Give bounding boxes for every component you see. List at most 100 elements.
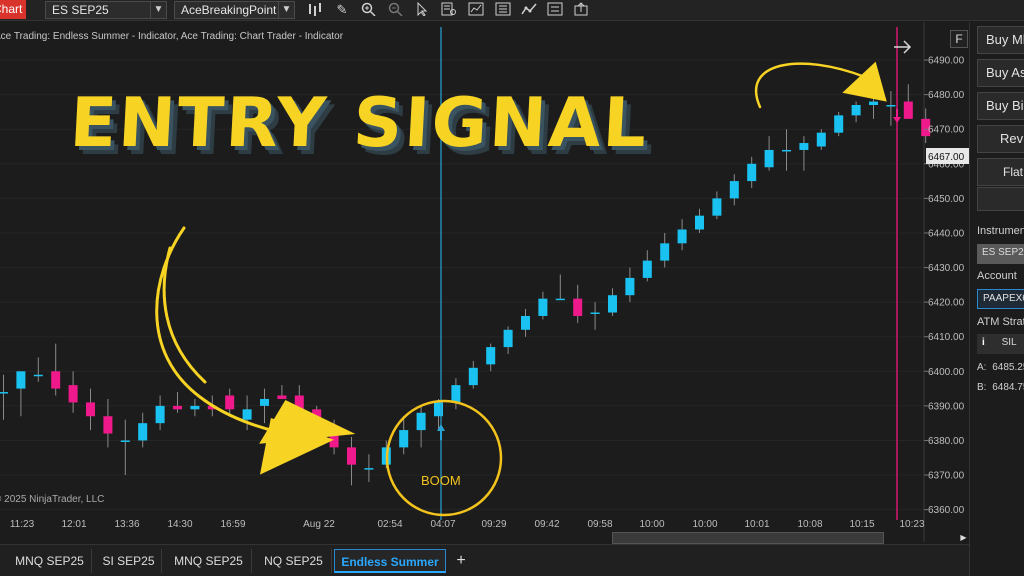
y-tick-label: 6370.00 bbox=[928, 471, 965, 482]
ask-price-row: A: 6485.25 bbox=[977, 362, 1024, 373]
chart-window-tab[interactable]: Chart bbox=[0, 0, 26, 19]
horizontal-scrollbar[interactable] bbox=[612, 532, 884, 544]
y-tick-label: 6410.00 bbox=[928, 332, 965, 343]
indicators-icon[interactable] bbox=[467, 2, 485, 18]
candle-bear bbox=[573, 298, 583, 316]
candle-bear bbox=[347, 447, 356, 465]
candle-bull bbox=[625, 277, 635, 296]
instrument-selector-value: ES SEP25 bbox=[52, 3, 109, 17]
candle-bull bbox=[434, 402, 443, 417]
ask-label: A: bbox=[977, 362, 987, 373]
x-tick-label: 04:07 bbox=[430, 519, 455, 530]
bar-type-icon[interactable] bbox=[306, 2, 324, 18]
candle-bear bbox=[51, 371, 61, 389]
x-tick-label: 10:01 bbox=[744, 519, 769, 530]
candle-bull bbox=[729, 181, 739, 199]
chart-tabs-bar: MNQ SEP25 SI SEP25 MNQ SEP25 NQ SEP25 En… bbox=[0, 544, 969, 576]
share-icon[interactable] bbox=[572, 2, 590, 18]
x-tick-label: 13:36 bbox=[114, 519, 139, 530]
tab-endless-summer[interactable]: Endless Summer bbox=[334, 549, 446, 573]
price-chart[interactable]: 6490.00 6480.00 6470.00 6460.00 6450.00 6440.… bbox=[0, 22, 969, 542]
x-tick-label: 09:42 bbox=[534, 519, 559, 530]
account-field[interactable]: PAAPEX6 bbox=[977, 289, 1024, 309]
candle-bull bbox=[886, 105, 896, 107]
info-icon: i bbox=[982, 337, 985, 348]
data-box-icon[interactable] bbox=[440, 2, 458, 18]
buy-ask-button[interactable]: Buy Ask bbox=[977, 59, 1024, 87]
zoom-out-icon[interactable] bbox=[387, 2, 405, 18]
y-tick-label: 6490.00 bbox=[928, 56, 965, 67]
scroll-right-icon[interactable]: ▶ bbox=[958, 532, 969, 544]
bid-value: 6484.75 bbox=[992, 382, 1024, 393]
candle-bear bbox=[173, 405, 182, 410]
properties-icon[interactable] bbox=[546, 2, 564, 18]
chart-tab-label: Chart bbox=[0, 2, 23, 16]
candle-bull bbox=[521, 315, 530, 330]
instrument-selector[interactable]: ES SEP25 ▼ bbox=[45, 1, 167, 19]
tab-nq-sep25[interactable]: NQ SEP25 bbox=[256, 549, 332, 573]
candle-bear bbox=[903, 101, 913, 119]
zoom-in-icon[interactable] bbox=[360, 2, 378, 18]
reverse-button[interactable]: Rev bbox=[977, 125, 1024, 153]
candle-bear bbox=[86, 402, 95, 417]
candle-bull bbox=[747, 163, 757, 182]
x-tick-label: 09:58 bbox=[587, 519, 612, 530]
y-tick-label: 6390.00 bbox=[928, 401, 965, 412]
y-tick-label: 6430.00 bbox=[928, 263, 965, 274]
buy-market-button[interactable]: Buy Mkt bbox=[977, 26, 1024, 54]
instrument-label: Instrument bbox=[977, 225, 1024, 237]
candle-bull bbox=[764, 149, 774, 168]
x-tick-label: 16:59 bbox=[220, 519, 245, 530]
candle-bull bbox=[712, 198, 722, 216]
flatten-button[interactable]: Flat bbox=[977, 158, 1024, 186]
candle-bull bbox=[695, 215, 704, 230]
x-tick-label: 14:30 bbox=[167, 519, 192, 530]
candle-bull bbox=[155, 405, 165, 424]
entry-signal-headline: ENTRY SIGNAL bbox=[67, 84, 651, 163]
candle-bear bbox=[277, 395, 287, 399]
instrument-field[interactable]: ES SEP25 bbox=[977, 244, 1024, 264]
x-tick-label: 10:00 bbox=[639, 519, 664, 530]
y-tick-label: 6420.00 bbox=[928, 298, 965, 309]
y-tick-label: 6480.00 bbox=[928, 90, 965, 101]
candle-bear bbox=[103, 416, 113, 434]
candle-bear bbox=[68, 385, 78, 403]
y-tick-label: 6360.00 bbox=[928, 505, 965, 516]
strategies-icon[interactable] bbox=[494, 2, 512, 18]
candle-bull bbox=[608, 295, 617, 313]
x-tick-label: 10:23 bbox=[899, 519, 924, 530]
add-tab-button[interactable]: + bbox=[451, 550, 471, 572]
x-tick-label: 11:23 bbox=[10, 519, 35, 530]
account-label: Account bbox=[977, 270, 1017, 282]
bid-label: B: bbox=[977, 382, 987, 393]
x-tick-label: 02:54 bbox=[377, 519, 402, 530]
candle-bull bbox=[677, 229, 687, 244]
tab-mnq-sep25[interactable]: MNQ SEP25 bbox=[8, 549, 92, 573]
current-price-label: 6467.00 bbox=[928, 152, 965, 163]
candle-bull bbox=[138, 423, 148, 441]
x-tick-label: Aug 22 bbox=[303, 519, 335, 530]
panel-blank-button[interactable] bbox=[977, 187, 1024, 211]
candle-bull bbox=[0, 392, 8, 394]
draw-tool-icon[interactable]: ✎ bbox=[333, 2, 351, 18]
copyright-label: © 2025 NinjaTrader, LLC bbox=[0, 494, 105, 505]
buy-bid-button[interactable]: Buy Bid bbox=[977, 92, 1024, 120]
fullscreen-button[interactable]: F bbox=[950, 30, 968, 48]
tab-mnq-sep25-2[interactable]: MNQ SEP25 bbox=[166, 549, 252, 573]
candle-bull bbox=[364, 468, 374, 470]
chevron-down-icon: ▼ bbox=[150, 2, 166, 18]
template-selector[interactable]: AceBreakingPoint ▼ bbox=[174, 1, 295, 19]
atm-strategy-value: SIL bbox=[1001, 337, 1017, 348]
atm-strategy-selector[interactable]: i SIL bbox=[977, 334, 1024, 354]
candle-bull bbox=[555, 298, 565, 301]
candle-bull bbox=[33, 374, 43, 377]
analyze-icon[interactable] bbox=[520, 2, 538, 18]
chevron-down-icon: ▼ bbox=[278, 2, 294, 18]
chart-trader-panel: Buy Mkt Buy Ask Buy Bid Rev Flat Instrum… bbox=[969, 22, 1024, 576]
tab-si-sep25[interactable]: SI SEP25 bbox=[96, 549, 162, 573]
candle-bull bbox=[16, 371, 26, 389]
candle-bull bbox=[869, 101, 878, 105]
y-tick-label: 6450.00 bbox=[928, 194, 965, 205]
pointer-icon[interactable] bbox=[413, 1, 431, 18]
template-selector-value: AceBreakingPoint bbox=[181, 3, 277, 17]
